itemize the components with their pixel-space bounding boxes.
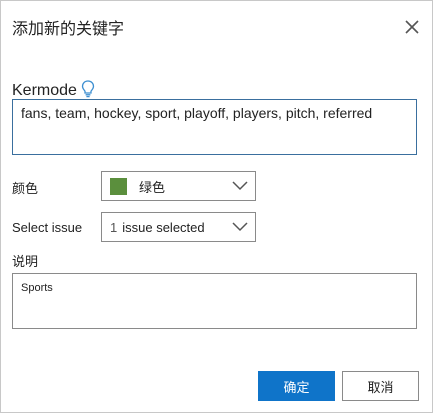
keyword-label-row: Kermode	[12, 80, 95, 100]
issue-select-value: issue selected	[122, 219, 205, 235]
issue-select[interactable]: 1 issue selected	[101, 212, 256, 242]
color-swatch	[110, 177, 127, 195]
dialog-title: 添加新的关键字	[12, 21, 125, 38]
cancel-button[interactable]: 取消	[342, 371, 419, 401]
chevron-down-icon	[232, 181, 248, 191]
add-keyword-dialog: 添加新的关键字 Kermode fans, team, hockey, spor…	[0, 0, 433, 413]
description-input[interactable]: Sports	[12, 273, 417, 329]
ok-button[interactable]: 确定	[258, 371, 335, 401]
keyword-label: Kermode	[12, 82, 77, 99]
close-icon[interactable]	[402, 17, 422, 37]
color-select[interactable]: 绿色	[101, 171, 256, 201]
chevron-down-icon	[232, 222, 248, 232]
issue-count: 1	[110, 219, 118, 235]
description-label: 说明	[12, 254, 39, 269]
issue-label: Select issue	[12, 220, 83, 235]
keyword-input[interactable]: fans, team, hockey, sport, playoff, play…	[12, 99, 417, 155]
color-label: 颜色	[12, 181, 39, 196]
lightbulb-icon[interactable]	[81, 80, 95, 98]
color-select-value: 绿色	[139, 179, 166, 195]
